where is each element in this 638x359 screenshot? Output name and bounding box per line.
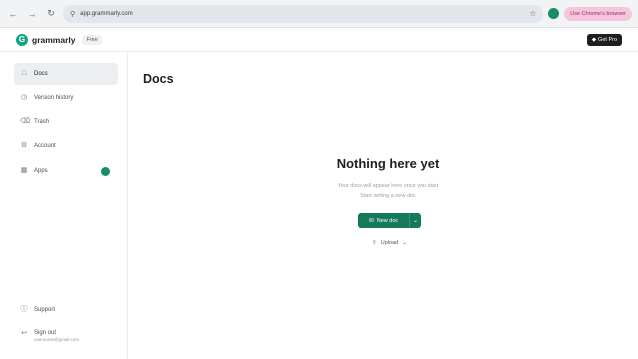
browser-profile-pill[interactable]: Use Chrome's browser [564, 6, 632, 21]
upload-icon: ⇧ [372, 240, 377, 246]
gear-icon: ⚙ [20, 142, 28, 149]
forward-icon[interactable]: → [25, 7, 39, 21]
account-email: username@gmail.com [34, 337, 80, 342]
sign-out-block: Sign out username@gmail.com [34, 330, 79, 342]
trash-icon: ⌫ [20, 118, 30, 125]
new-doc-button[interactable]: ☒ New doc ⌄ [358, 213, 421, 228]
sidebar-item-label: Trash [34, 119, 50, 125]
sign-out-icon: ↩ [21, 330, 27, 337]
notification-badge [101, 166, 110, 176]
brand-name: grammarly [32, 34, 76, 45]
sidebar-item-apps[interactable]: ▦ Apps [14, 160, 118, 182]
clock-icon: ◷ [20, 94, 28, 101]
sidebar-item-sign-out[interactable]: ↩ Sign out username@gmail.com [14, 327, 118, 351]
plan-badge: Free [82, 34, 102, 45]
sidebar-item-trash[interactable]: ⌫ Trash [14, 111, 118, 133]
sidebar-item-label: Docs [34, 71, 48, 77]
upload-label: Upload [380, 240, 399, 246]
new-doc-main-action[interactable]: ☒ New doc [358, 218, 409, 224]
get-pro-label: Get Pro [598, 36, 617, 43]
sidebar-item-account[interactable]: ⚙ Account [14, 135, 118, 157]
sidebar-item-support[interactable]: ⓘ Support [14, 299, 118, 321]
diamond-icon: ◆ [591, 36, 597, 43]
sidebar-item-version-history[interactable]: ◷ Version history [14, 87, 118, 109]
upload-button[interactable]: ⇧ Upload ⌄ [361, 237, 418, 249]
sidebar-item-label: Version history [34, 95, 74, 101]
sidebar-item-label: Apps [34, 168, 48, 174]
url-text: app.grammarly.com [80, 10, 133, 17]
sidebar-item-label: Account [34, 143, 56, 149]
help-icon: ⓘ [20, 306, 28, 313]
doc-icon: □ [21, 70, 27, 77]
get-pro-button[interactable]: ◆ Get Pro [586, 33, 622, 46]
reload-icon[interactable]: ↻ [44, 7, 58, 21]
bookmark-star-icon[interactable]: ☆ [529, 9, 536, 18]
empty-state-hint: Start writing a new doc [360, 193, 416, 199]
site-info-icon[interactable]: ⚲ [70, 10, 75, 18]
chevron-down-icon[interactable]: ⌄ [409, 213, 421, 228]
sidebar: □ Docs ◷ Version history ⌫ Trash ⚙ Accou… [0, 53, 128, 359]
app-header: G grammarly Free ◆ Get Pro [0, 28, 638, 52]
profile-avatar[interactable] [548, 8, 560, 19]
chevron-down-icon: ⌄ [402, 240, 407, 246]
browser-toolbar: ← → ↻ ⚲ app.grammarly.com ☆ Use Chrome's… [0, 0, 638, 28]
sidebar-item-label: Support [34, 307, 56, 313]
address-bar[interactable]: ⚲ app.grammarly.com ☆ [63, 4, 544, 23]
plus-icon: ☒ [368, 217, 374, 224]
back-icon[interactable]: ← [6, 7, 20, 21]
grid-icon: ▦ [20, 167, 28, 174]
new-doc-label: New doc [376, 217, 399, 224]
page-title: Docs [143, 72, 174, 86]
sign-out-label: Sign out [34, 330, 57, 336]
sidebar-item-docs[interactable]: □ Docs [14, 63, 118, 85]
empty-state-description: Your docs will appear here once you star… [337, 183, 439, 189]
empty-state-title: Nothing here yet [336, 156, 440, 171]
grammarly-logo-icon[interactable]: G [16, 33, 28, 46]
